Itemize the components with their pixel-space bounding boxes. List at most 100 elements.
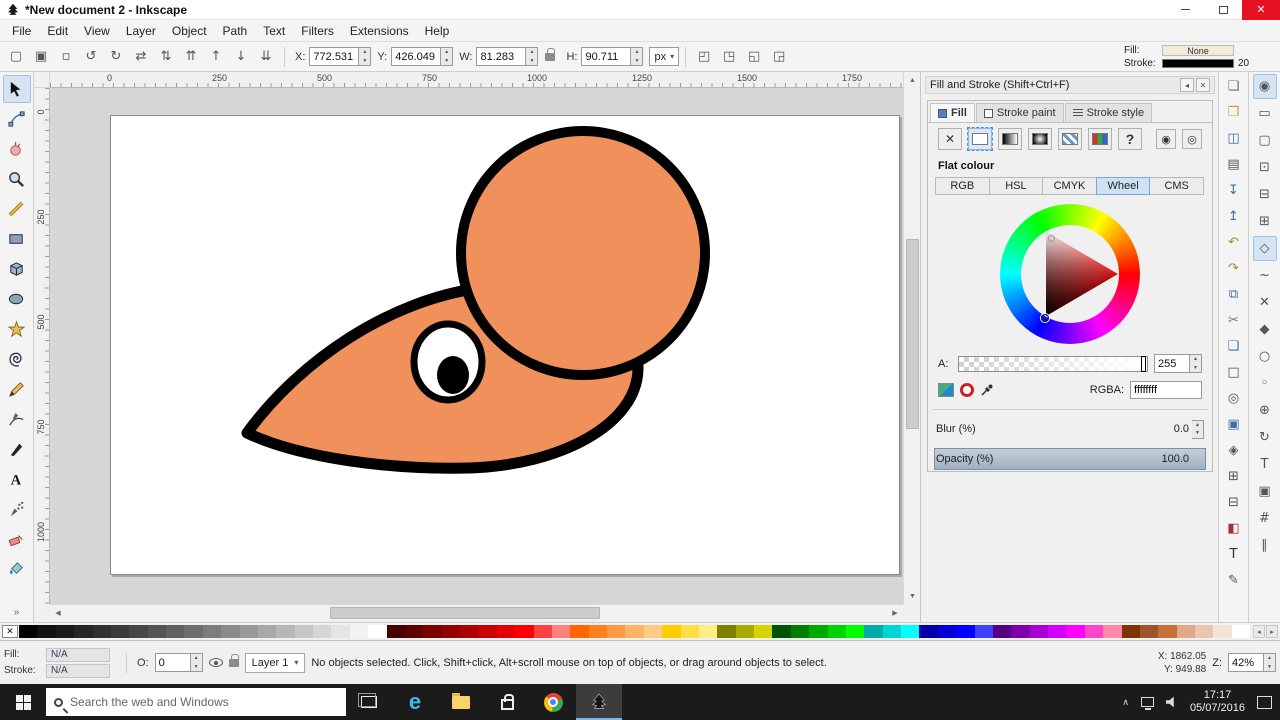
new-document-button[interactable]: ❏: [1222, 74, 1246, 99]
palette-swatch[interactable]: [1066, 625, 1084, 638]
file-explorer-button[interactable]: [438, 684, 484, 720]
snap-nodes-toggle[interactable]: ◇: [1253, 236, 1277, 261]
palette-swatch[interactable]: [956, 625, 974, 638]
palette-swatch[interactable]: [1232, 625, 1250, 638]
menu-item[interactable]: Filters: [293, 21, 342, 41]
palette-scroll-left-icon[interactable]: ◂: [1253, 625, 1265, 638]
fill-stroke-dialog-button[interactable]: ◧: [1222, 516, 1246, 541]
menu-item[interactable]: Object: [164, 21, 215, 41]
snap-bbox-corners-toggle[interactable]: ⊡: [1253, 155, 1277, 180]
volume-icon[interactable]: [1166, 696, 1178, 708]
menu-item[interactable]: Layer: [118, 21, 164, 41]
color-mode-rgb[interactable]: RGB: [935, 177, 990, 195]
palette-swatch[interactable]: [203, 625, 221, 638]
raise-button[interactable]: ↑: [204, 45, 228, 69]
out-of-gamut-icon[interactable]: [960, 383, 974, 397]
palette-swatch[interactable]: [478, 625, 496, 638]
redo-button[interactable]: ↷: [1222, 256, 1246, 281]
duplicate-button[interactable]: ▣: [1222, 412, 1246, 437]
snap-bbox-toggle[interactable]: ▭: [1253, 101, 1277, 126]
edge-button[interactable]: e: [392, 684, 438, 720]
menu-item[interactable]: Help: [417, 21, 458, 41]
layer-selector[interactable]: Layer 1 ▾: [245, 653, 306, 673]
snap-intersections-toggle[interactable]: ✕: [1253, 290, 1277, 315]
open-document-button[interactable]: ❒: [1222, 100, 1246, 125]
palette-swatch[interactable]: [1103, 625, 1121, 638]
affect-patterns-toggle[interactable]: ◲: [767, 45, 791, 69]
measure-tool[interactable]: [3, 195, 31, 223]
alpha-slider[interactable]: [958, 356, 1148, 372]
color-mode-wheel[interactable]: Wheel: [1096, 177, 1151, 195]
palette-swatch[interactable]: [699, 625, 717, 638]
mouse-eye-pupil[interactable]: [437, 356, 469, 394]
palette-swatch[interactable]: [405, 625, 423, 638]
x-spinner[interactable]: ▲▼: [359, 47, 371, 66]
paint-bucket-tool[interactable]: [3, 555, 31, 583]
menu-item[interactable]: File: [4, 21, 39, 41]
snap-guides-toggle[interactable]: ∥: [1253, 533, 1277, 558]
lower-button[interactable]: ↓: [229, 45, 253, 69]
3d-box-tool[interactable]: [3, 255, 31, 283]
flat-color-button[interactable]: [968, 128, 992, 150]
mouse-head-shape[interactable]: [461, 131, 705, 375]
palette-swatch[interactable]: [938, 625, 956, 638]
panel-collapse-button[interactable]: ◂: [1180, 78, 1194, 92]
color-marker[interactable]: [1048, 235, 1055, 242]
palette-swatch[interactable]: [442, 625, 460, 638]
snap-text-baseline-toggle[interactable]: T: [1253, 452, 1277, 477]
palette-swatch[interactable]: [552, 625, 570, 638]
palette-swatch[interactable]: [74, 625, 92, 638]
layer-lock-icon[interactable]: [229, 659, 239, 667]
no-paint-button[interactable]: ✕: [938, 128, 962, 150]
eraser-tool[interactable]: [3, 525, 31, 553]
network-icon[interactable]: [1141, 697, 1154, 707]
palette-swatch[interactable]: [56, 625, 74, 638]
zoom-spinner[interactable]: ▲▼: [1264, 653, 1276, 672]
palette-swatch[interactable]: [736, 625, 754, 638]
zoom-page-button[interactable]: □: [1222, 360, 1246, 385]
toolbox-overflow-icon[interactable]: »: [14, 607, 20, 618]
palette-scroll-right-icon[interactable]: ▸: [1266, 625, 1278, 638]
palette-swatch[interactable]: [148, 625, 166, 638]
menu-item[interactable]: View: [76, 21, 118, 41]
radial-gradient-button[interactable]: [1028, 128, 1052, 150]
linear-gradient-button[interactable]: [998, 128, 1022, 150]
palette-swatch[interactable]: [1048, 625, 1066, 638]
palette-swatch[interactable]: [846, 625, 864, 638]
tray-expand-icon[interactable]: ∧: [1122, 697, 1129, 708]
tweak-tool[interactable]: [3, 135, 31, 163]
snap-midpoints-toggle[interactable]: ◦: [1253, 371, 1277, 396]
snap-master-toggle[interactable]: ◉: [1253, 74, 1277, 99]
palette-swatch[interactable]: [589, 625, 607, 638]
palette-swatch[interactable]: [387, 625, 405, 638]
palette-swatch[interactable]: [919, 625, 937, 638]
group-button[interactable]: ⊞: [1222, 464, 1246, 489]
paste-button[interactable]: ❑: [1222, 334, 1246, 359]
scroll-left-icon[interactable]: ◀: [50, 605, 66, 621]
print-document-button[interactable]: ▤: [1222, 152, 1246, 177]
action-center-icon[interactable]: [1257, 696, 1272, 709]
palette-swatch[interactable]: [276, 625, 294, 638]
blur-value[interactable]: 0.0: [1148, 423, 1192, 435]
bezier-pen-tool[interactable]: [3, 405, 31, 433]
snap-page-border-toggle[interactable]: ▣: [1253, 479, 1277, 504]
palette-swatch[interactable]: [258, 625, 276, 638]
palette-swatch[interactable]: [681, 625, 699, 638]
minimize-button[interactable]: [1166, 0, 1204, 20]
y-field[interactable]: [391, 47, 441, 66]
affect-gradients-toggle[interactable]: ◱: [742, 45, 766, 69]
palette-swatch[interactable]: [37, 625, 55, 638]
spray-tool[interactable]: [3, 495, 31, 523]
vertical-ruler[interactable]: 02505007501000: [34, 88, 50, 604]
palette-swatch[interactable]: [184, 625, 202, 638]
node-tool[interactable]: [3, 105, 31, 133]
flip-horizontal-button[interactable]: ⇄: [129, 45, 153, 69]
palette-swatch[interactable]: [993, 625, 1011, 638]
start-button[interactable]: [0, 684, 46, 720]
height-field[interactable]: [581, 47, 631, 66]
snap-bbox-centers-toggle[interactable]: ⊞: [1253, 209, 1277, 234]
clock[interactable]: 17:17 05/07/2016: [1190, 689, 1245, 715]
inkscape-taskbar-button[interactable]: [576, 684, 622, 720]
color-managed-icon[interactable]: [938, 383, 954, 397]
xml-editor-button[interactable]: ✎: [1222, 568, 1246, 593]
